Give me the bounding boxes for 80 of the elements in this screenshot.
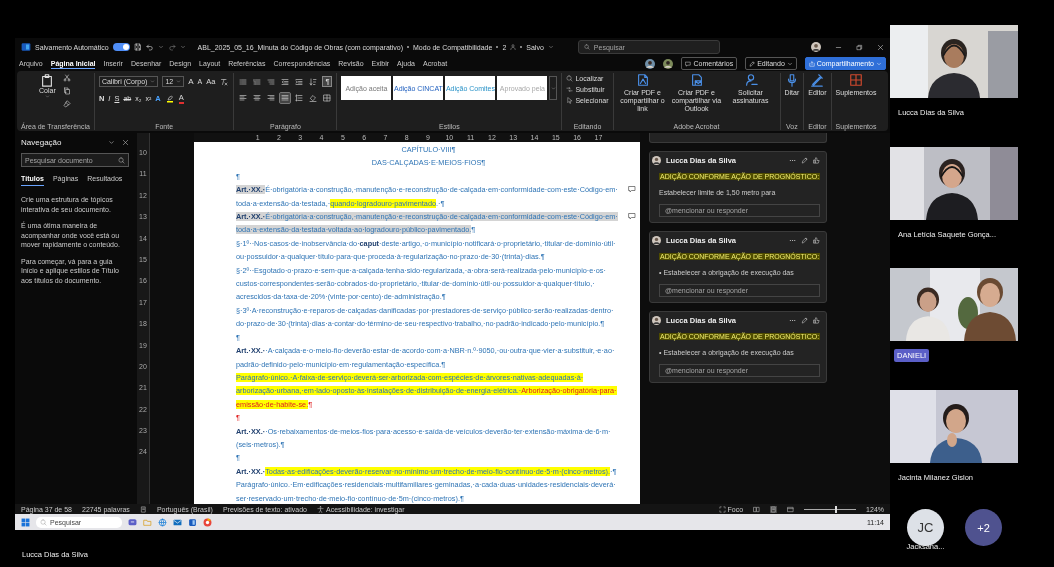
cut-icon[interactable] xyxy=(61,73,72,83)
search-icon xyxy=(40,518,47,526)
close-icon[interactable] xyxy=(877,43,884,51)
user-avatar xyxy=(652,156,661,165)
focus-icon xyxy=(718,505,726,513)
edit-icon[interactable] xyxy=(801,157,808,164)
comment-icon[interactable] xyxy=(628,212,636,221)
comment-icon[interactable] xyxy=(628,185,636,194)
autosave-toggle[interactable] xyxy=(112,43,130,51)
user-avatar[interactable] xyxy=(663,58,674,69)
decrease-indent-icon[interactable] xyxy=(280,76,291,87)
borders-icon[interactable] xyxy=(322,93,333,103)
caret-icon xyxy=(150,79,156,84)
sort-icon[interactable] xyxy=(308,76,319,87)
pen-icon xyxy=(810,73,825,87)
multilevel-list-icon[interactable] xyxy=(266,76,277,87)
mail-app-icon[interactable] xyxy=(173,517,182,527)
highlighter-icon[interactable] xyxy=(164,93,175,104)
restore-icon[interactable] xyxy=(856,43,863,51)
user-avatar[interactable] xyxy=(645,58,656,69)
user-avatar xyxy=(652,236,661,245)
font-size-button[interactable]: A xyxy=(188,77,194,86)
clear-formatting-icon[interactable] xyxy=(219,76,230,87)
caret-icon xyxy=(550,85,556,91)
proofing-icon[interactable] xyxy=(139,505,147,513)
save-icon[interactable] xyxy=(133,43,142,51)
format-painter-icon[interactable] xyxy=(61,99,72,109)
more-icon[interactable] xyxy=(789,317,796,324)
close-icon[interactable] xyxy=(122,139,129,146)
search-icon xyxy=(583,44,590,50)
globe-icon[interactable] xyxy=(158,517,167,527)
increase-indent-icon[interactable] xyxy=(294,76,305,87)
align-center-icon[interactable] xyxy=(252,93,263,103)
clipboard-icon xyxy=(40,73,55,87)
justify-icon[interactable] xyxy=(280,93,291,103)
pencil-icon xyxy=(749,60,756,67)
comment-icon xyxy=(685,60,692,67)
pointer-icon xyxy=(566,97,574,104)
edit-icon[interactable] xyxy=(801,317,808,324)
user-avatar[interactable] xyxy=(811,42,821,52)
search-icon xyxy=(566,75,574,82)
edit-icon[interactable] xyxy=(801,237,808,244)
copy-icon[interactable] xyxy=(61,86,72,96)
web-layout-icon[interactable] xyxy=(787,505,795,513)
undo-icon[interactable] xyxy=(145,43,154,51)
search-icon xyxy=(118,156,125,164)
more-participants-count[interactable]: +2 xyxy=(965,509,1002,546)
chevron-icon[interactable] xyxy=(108,139,115,146)
browser-icon[interactable] xyxy=(203,517,212,527)
caret-icon xyxy=(786,60,793,67)
line-spacing-icon[interactable] xyxy=(294,93,305,103)
caret-icon xyxy=(876,60,882,67)
word-logo-icon xyxy=(21,42,31,52)
more-icon[interactable] xyxy=(789,157,796,164)
windows-start-icon[interactable] xyxy=(21,517,30,527)
like-icon[interactable] xyxy=(813,237,820,244)
more-icon[interactable] xyxy=(789,237,796,244)
pdf-mail-icon xyxy=(689,73,704,87)
signature-icon xyxy=(743,73,758,87)
chat-app-icon[interactable] xyxy=(128,517,137,527)
pane-title: Navegação xyxy=(21,138,63,147)
align-left-icon[interactable] xyxy=(238,93,249,103)
like-icon[interactable] xyxy=(813,157,820,164)
print-layout-icon[interactable] xyxy=(770,505,778,513)
caret-icon xyxy=(44,94,50,99)
like-icon[interactable] xyxy=(813,317,820,324)
align-right-icon[interactable] xyxy=(266,93,277,103)
read-mode-icon[interactable] xyxy=(753,505,761,513)
user-avatar xyxy=(652,316,661,325)
pdf-icon xyxy=(635,73,650,87)
document-app-icon[interactable] xyxy=(188,517,197,527)
numbered-list-icon[interactable] xyxy=(252,76,263,87)
person-icon xyxy=(510,44,517,50)
accessibility-icon xyxy=(316,505,324,513)
shading-icon[interactable] xyxy=(308,93,319,103)
redo-icon[interactable] xyxy=(167,43,176,51)
caret-icon xyxy=(176,79,182,84)
share-icon xyxy=(808,60,815,67)
grid-icon xyxy=(849,73,863,87)
replace-icon xyxy=(566,86,574,93)
